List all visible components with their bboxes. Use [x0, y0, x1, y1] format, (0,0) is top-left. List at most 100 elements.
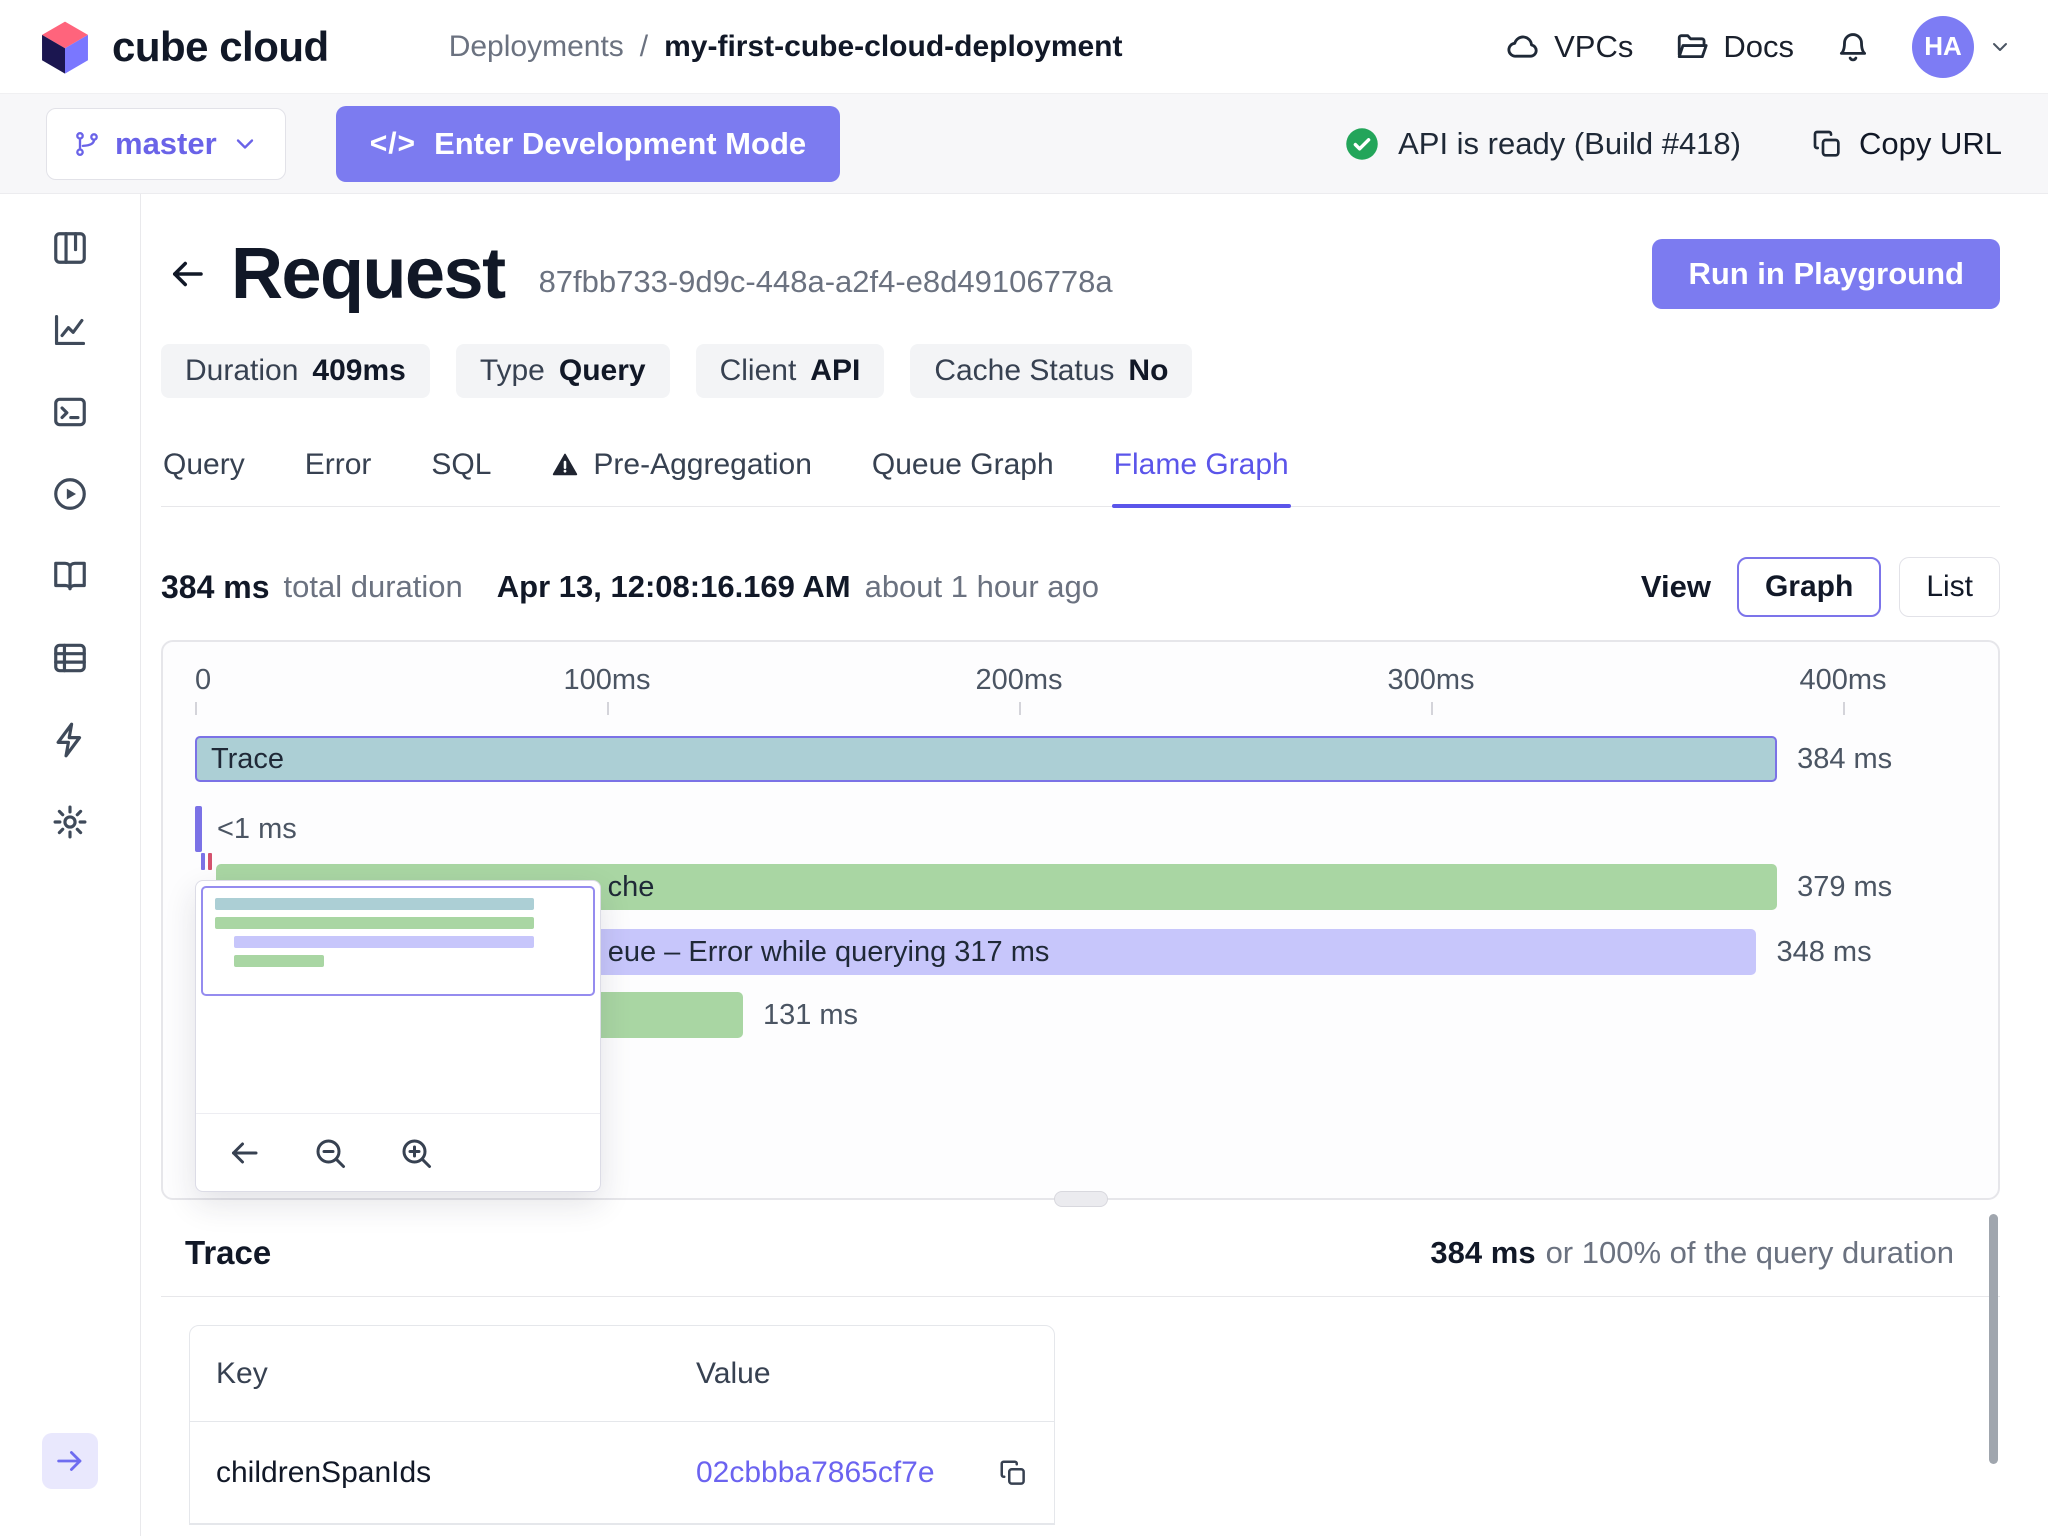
badge-label: Duration — [185, 354, 298, 388]
user-menu[interactable]: HA — [1912, 16, 2012, 78]
minimap-back-button[interactable] — [226, 1135, 262, 1171]
flame-bar-label: Trace — [197, 743, 284, 776]
tab-label: Queue Graph — [872, 448, 1054, 482]
zoom-out-button[interactable] — [312, 1135, 348, 1171]
badge-cache-status: Cache StatusNo — [910, 344, 1192, 398]
sidebar-item-gear[interactable] — [42, 794, 98, 850]
back-button[interactable] — [161, 248, 213, 300]
avatar[interactable]: HA — [1912, 16, 1974, 78]
trace-duration-suffix: or 100% of the query duration — [1546, 1235, 1954, 1270]
tab-query[interactable]: Query — [161, 434, 247, 506]
badge-value: No — [1128, 354, 1168, 388]
badge-duration: Duration409ms — [161, 344, 430, 398]
vpcs-label: VPCs — [1554, 29, 1633, 65]
table-row: childrenSpanIds02cbbba7865cf7e — [190, 1422, 1054, 1524]
tab-label: SQL — [431, 448, 491, 482]
table-rows-icon — [51, 639, 89, 677]
main-content: Request 87fbb733-9d9c-448a-a2f4-e8d49106… — [141, 194, 2048, 1536]
flame-bar-sub-span[interactable] — [195, 806, 202, 852]
kanban-board-icon — [51, 229, 89, 267]
minimap-selection[interactable] — [201, 886, 595, 996]
header-actions: VPCs Docs HA — [1506, 16, 2012, 78]
folder-icon — [1675, 30, 1709, 64]
chevron-down-icon — [1988, 35, 2012, 59]
axis-tick-label: 200ms — [975, 664, 1062, 697]
axis-tick-mark — [1431, 702, 1433, 715]
chevron-down-icon — [231, 130, 259, 158]
view-graph-button[interactable]: Graph — [1737, 557, 1881, 617]
play-circle-icon — [51, 475, 89, 513]
sidebar-item-line-chart[interactable] — [42, 302, 98, 358]
relative-time: about 1 hour ago — [865, 569, 1099, 605]
copy-icon — [1811, 128, 1843, 160]
tab-label: Flame Graph — [1114, 448, 1289, 482]
branch-selector[interactable]: master — [46, 108, 286, 180]
book-icon — [51, 557, 89, 595]
copy-url-button[interactable]: Copy URL — [1811, 126, 2002, 162]
copy-icon[interactable] — [998, 1458, 1028, 1488]
arrow-right-icon — [53, 1444, 87, 1478]
tab-sql[interactable]: SQL — [429, 434, 493, 506]
tab-flame-graph[interactable]: Flame Graph — [1112, 434, 1291, 506]
cell-value: 02cbbba7865cf7e — [670, 1456, 1054, 1490]
flame-graph-panel: 0100ms200ms300ms400msTrace384 ms<1 msche… — [161, 640, 2000, 1200]
copy-url-label: Copy URL — [1859, 126, 2002, 162]
flame-bar-trace[interactable]: Trace — [195, 736, 1777, 782]
sidebar-item-book[interactable] — [42, 548, 98, 604]
bell-icon[interactable] — [1836, 30, 1870, 64]
minimap-bar — [234, 936, 534, 948]
zoom-in-button[interactable] — [398, 1135, 434, 1171]
sidebar-item-play-circle[interactable] — [42, 466, 98, 522]
view-switcher: View Graph List — [1641, 557, 2000, 617]
request-timestamp: Apr 13, 12:08:16.169 AM — [497, 569, 851, 605]
api-status: API is ready (Build #418) — [1344, 126, 1741, 162]
badge-row: Duration409msTypeQueryClientAPICache Sta… — [161, 344, 2000, 398]
column-value: Value — [670, 1357, 1054, 1391]
micro-span-2[interactable] — [208, 853, 212, 870]
trace-section-title: Trace — [185, 1234, 271, 1272]
axis-tick-mark — [607, 702, 609, 715]
micro-span-1[interactable] — [201, 853, 205, 870]
minimap-bar — [215, 898, 535, 910]
breadcrumb-current-deployment: my-first-cube-cloud-deployment — [664, 30, 1122, 64]
page-title: Request — [231, 234, 505, 314]
tab-error[interactable]: Error — [303, 434, 374, 506]
run-in-playground-button[interactable]: Run in Playground — [1652, 239, 2000, 309]
flame-minimap-popover — [195, 880, 601, 1192]
sidebar-item-lightning[interactable] — [42, 712, 98, 768]
flame-bar-duration: 348 ms — [1776, 929, 1871, 975]
docs-link[interactable]: Docs — [1675, 29, 1794, 65]
vpcs-link[interactable]: VPCs — [1506, 29, 1633, 65]
view-list-button[interactable]: List — [1899, 557, 2000, 617]
trace-duration: 384 ms — [1430, 1235, 1535, 1270]
sidebar-collapse-button[interactable] — [42, 1433, 98, 1489]
resize-handle[interactable] — [1054, 1191, 1108, 1207]
trace-duration-summary: 384 ms or 100% of the query duration — [1430, 1235, 1954, 1271]
sidebar-item-table-rows[interactable] — [42, 630, 98, 686]
axis-tick-label: 300ms — [1387, 664, 1474, 697]
tab-queue-graph[interactable]: Queue Graph — [870, 434, 1056, 506]
breadcrumb-deployments[interactable]: Deployments — [449, 30, 624, 64]
view-label: View — [1641, 569, 1711, 605]
enter-dev-mode-button[interactable]: </> Enter Development Mode — [336, 106, 840, 182]
trace-head: Trace 384 ms or 100% of the query duratio… — [161, 1212, 2000, 1297]
sidebar-item-terminal[interactable] — [42, 384, 98, 440]
zoom-out-icon — [312, 1135, 348, 1171]
lightning-icon — [51, 721, 89, 759]
app-header: cube cloud Deployments / my-first-cube-c… — [0, 0, 2048, 94]
request-id: 87fbb733-9d9c-448a-a2f4-e8d49106778a — [539, 264, 1113, 314]
gear-icon — [51, 803, 89, 841]
cloud-icon — [1506, 30, 1540, 64]
arrow-left-icon — [226, 1135, 262, 1171]
flame-bar-duration: 384 ms — [1797, 736, 1892, 782]
value-link[interactable]: 02cbbba7865cf7e — [696, 1456, 935, 1490]
cube-cloud-logo[interactable]: cube cloud — [36, 18, 329, 76]
trace-detail-section: Trace 384 ms or 100% of the query duratio… — [161, 1212, 2000, 1536]
badge-label: Type — [480, 354, 545, 388]
tab-pre-aggregation[interactable]: Pre-Aggregation — [549, 434, 813, 506]
tab-label: Pre-Aggregation — [593, 448, 811, 482]
scrollbar-thumb[interactable] — [1989, 1214, 1998, 1464]
trace-kv-table: Key Value childrenSpanIds02cbbba7865cf7e — [189, 1325, 1055, 1525]
tab-label: Query — [163, 448, 245, 482]
sidebar-item-kanban-board[interactable] — [42, 220, 98, 276]
